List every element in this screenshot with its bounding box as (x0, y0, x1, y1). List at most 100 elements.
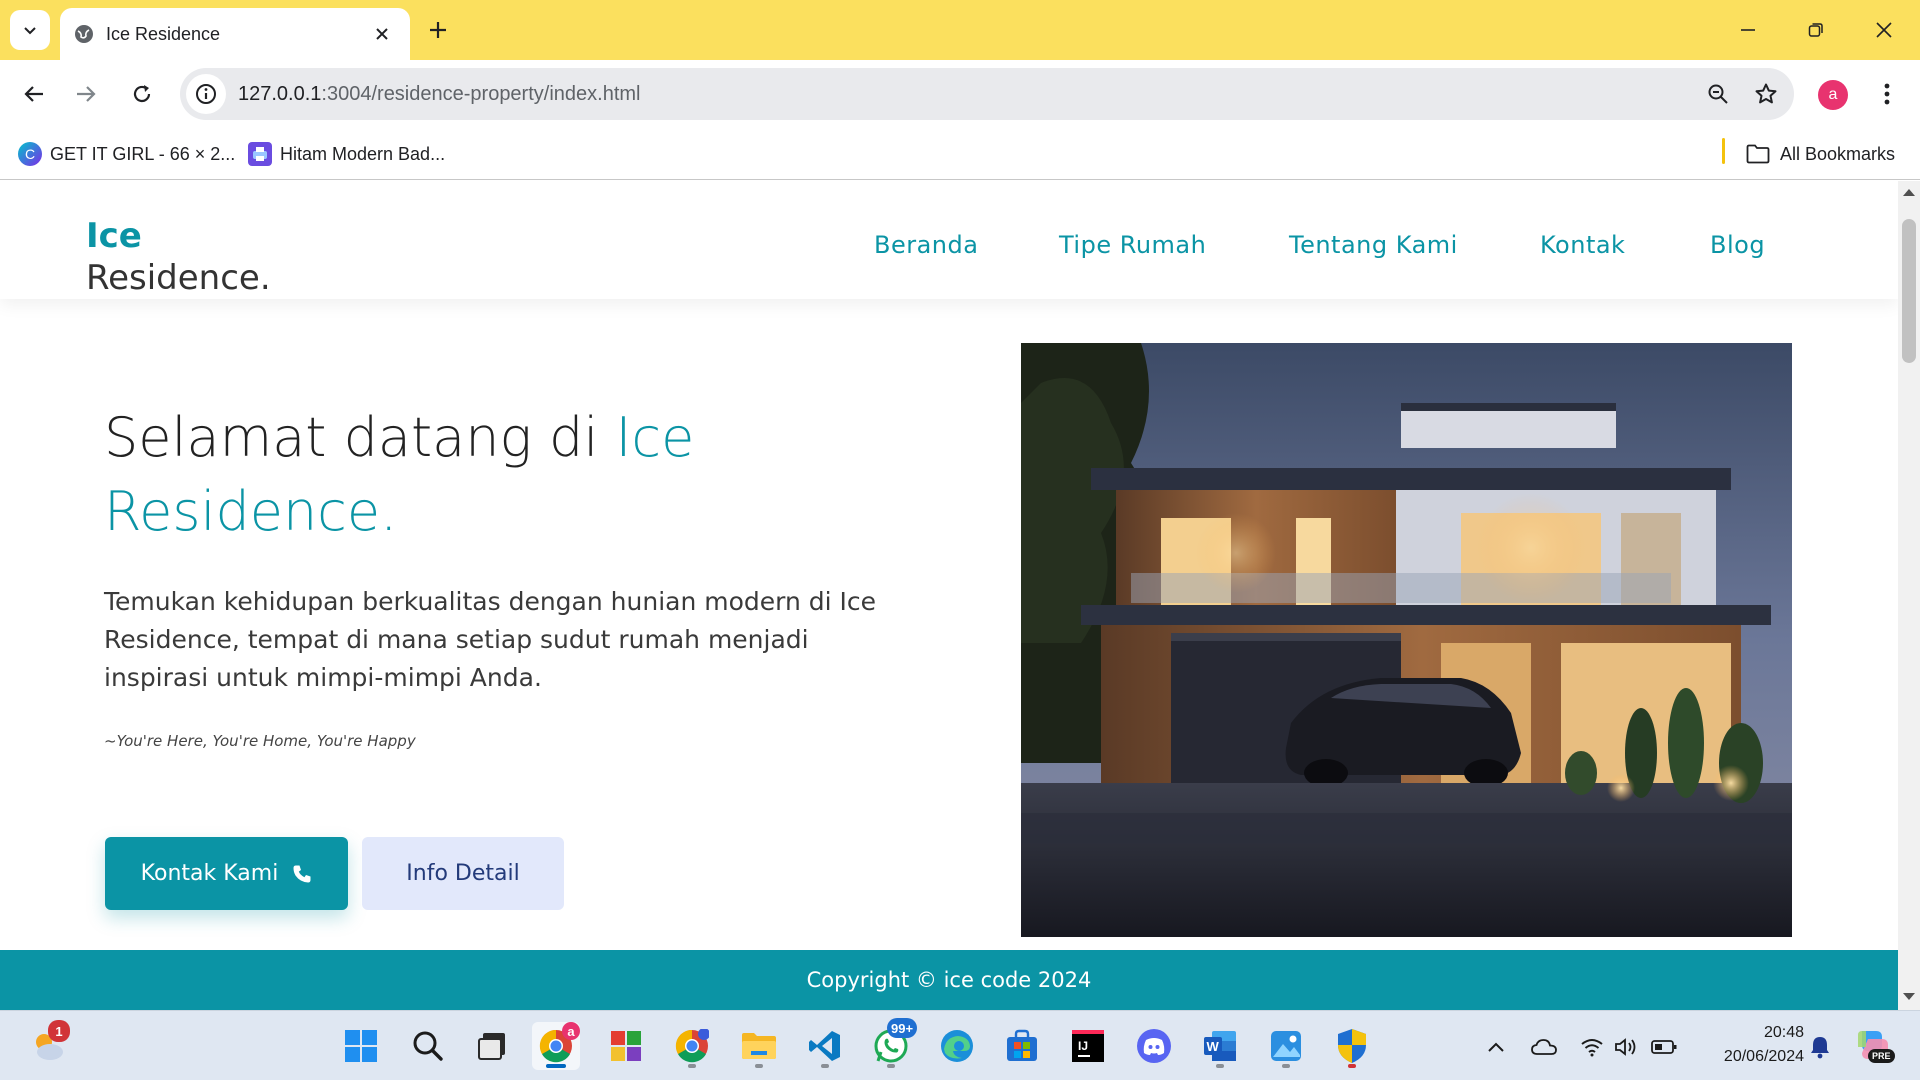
vscode-icon (809, 1031, 840, 1061)
svg-text:W: W (1207, 1039, 1220, 1054)
taskbar-chrome-profile-2[interactable] (668, 1022, 716, 1070)
back-button[interactable] (14, 74, 54, 114)
copilot-pre-badge: PRE (1868, 1049, 1895, 1063)
forward-button[interactable] (66, 74, 106, 114)
url-host: 127.0.0.1 (238, 82, 322, 105)
task-view-button[interactable] (468, 1022, 516, 1070)
site-logo[interactable]: Ice Residence. (86, 215, 271, 299)
minimize-icon (1741, 29, 1755, 31)
hero-tagline: ~You're Here, You're Home, You're Happy (104, 732, 416, 750)
taskbar-security[interactable] (1328, 1022, 1376, 1070)
onedrive-tray[interactable] (1530, 1033, 1558, 1061)
info-detail-button[interactable]: Info Detail (362, 837, 564, 910)
restore-button[interactable] (1794, 14, 1838, 46)
nav-link-tentang-kami[interactable]: Tentang Kami (1289, 231, 1458, 259)
running-indicator (755, 1064, 763, 1068)
discord-icon (1137, 1029, 1171, 1063)
arrow-left-icon (24, 86, 43, 102)
restore-icon (1808, 23, 1823, 37)
page-scrollbar[interactable] (1898, 181, 1920, 1010)
bell-icon (1811, 1037, 1829, 1059)
copilot-button[interactable]: PRE (1852, 1025, 1895, 1065)
task-view-icon (478, 1033, 505, 1060)
taskbar-file-explorer[interactable] (735, 1022, 783, 1070)
plus-icon (430, 22, 446, 38)
chevron-down-icon (24, 27, 36, 35)
wifi-tray[interactable] (1578, 1033, 1606, 1061)
new-tab-button[interactable] (424, 16, 452, 44)
tab-close-button[interactable] (370, 22, 394, 46)
nav-link-blog[interactable]: Blog (1710, 231, 1765, 259)
photos-icon (1271, 1031, 1301, 1061)
running-indicator (1348, 1064, 1356, 1068)
taskbar-store[interactable] (998, 1022, 1046, 1070)
active-indicator (546, 1064, 566, 1068)
folder-icon (1746, 144, 1770, 164)
zoom-button[interactable] (1698, 74, 1738, 114)
chrome-profile-badge: a (562, 1022, 580, 1040)
weather-widget[interactable]: 1 (24, 1020, 72, 1070)
nav-link-beranda[interactable]: Beranda (874, 231, 978, 259)
bookmark-item[interactable]: Hitam Modern Bad... (248, 138, 445, 170)
arrow-right-icon (77, 86, 96, 102)
speaker-icon (1615, 1038, 1636, 1056)
system-clock[interactable]: 20:48 20/06/2024 (1694, 1021, 1804, 1069)
taskbar-intellij[interactable]: IJ (1064, 1022, 1112, 1070)
svg-text:IJ: IJ (1078, 1039, 1088, 1053)
notifications-button[interactable] (1806, 1033, 1834, 1061)
all-bookmarks-button[interactable]: All Bookmarks (1746, 138, 1895, 170)
tab-title: Ice Residence (106, 23, 221, 44)
nav-link-kontak[interactable]: Kontak (1540, 231, 1625, 259)
bookmark-item[interactable]: C GET IT GIRL - 66 × 2... (18, 138, 235, 170)
start-button[interactable] (337, 1022, 385, 1070)
site-info-button[interactable] (186, 74, 226, 114)
app-icon (611, 1031, 641, 1061)
contact-us-button[interactable]: Kontak Kami (105, 837, 348, 910)
hero-description: Temukan kehidupan berkualitas dengan hun… (104, 587, 877, 692)
taskbar-discord[interactable] (1130, 1022, 1178, 1070)
canva-icon: C (18, 142, 42, 166)
taskbar-search-button[interactable] (404, 1022, 452, 1070)
taskbar-whatsapp[interactable]: 99+ (867, 1018, 918, 1070)
running-indicator (1282, 1064, 1290, 1068)
taskbar-vscode[interactable] (801, 1022, 849, 1070)
volume-tray[interactable] (1612, 1033, 1640, 1061)
browser-menu-button[interactable] (1872, 76, 1902, 112)
bookmark-label: GET IT GIRL - 66 × 2... (50, 143, 236, 164)
scroll-thumb[interactable] (1902, 219, 1916, 363)
minimize-button[interactable] (1726, 14, 1770, 46)
running-indicator (1216, 1064, 1224, 1068)
reload-icon (133, 85, 151, 103)
taskbar-chrome[interactable]: a (532, 1022, 580, 1070)
running-indicator (821, 1064, 829, 1068)
taskbar-photos[interactable] (1262, 1022, 1310, 1070)
taskbar-word[interactable]: W (1196, 1022, 1244, 1070)
wifi-icon (1581, 1039, 1603, 1057)
globe-icon (75, 25, 93, 43)
cloud-icon (1531, 1039, 1557, 1055)
taskbar-edge[interactable] (933, 1022, 981, 1070)
address-bar[interactable]: 127.0.0.1:3004/residence-property/index.… (180, 68, 1794, 120)
tab-search-button[interactable] (10, 10, 50, 50)
url-text[interactable]: 127.0.0.1:3004/residence-property/index.… (238, 83, 1698, 106)
scroll-up-arrow[interactable] (1903, 189, 1915, 196)
battery-tray[interactable] (1650, 1033, 1678, 1061)
bookmark-star-button[interactable] (1746, 74, 1786, 114)
close-icon (1876, 22, 1892, 38)
show-hidden-icons-button[interactable] (1482, 1033, 1510, 1061)
reload-button[interactable] (122, 74, 162, 114)
contact-us-label: Kontak Kami (140, 861, 279, 886)
profile-avatar[interactable]: a (1818, 80, 1848, 110)
page-viewport: Ice Residence. Beranda Tipe Rumah Tentan… (0, 181, 1898, 1010)
scroll-down-arrow[interactable] (1903, 993, 1915, 1000)
close-window-button[interactable] (1862, 14, 1906, 46)
site-footer: Copyright © ice code 2024 (0, 950, 1898, 1010)
nav-link-tipe-rumah[interactable]: Tipe Rumah (1059, 231, 1206, 259)
browser-tab-active[interactable]: Ice Residence (60, 8, 410, 60)
site-header: Ice Residence. Beranda Tipe Rumah Tentan… (0, 181, 1898, 299)
info-detail-label: Info Detail (406, 861, 520, 886)
shield-icon (1338, 1029, 1366, 1063)
weather-badge: 1 (48, 1020, 70, 1042)
running-indicator (688, 1064, 696, 1068)
taskbar-app-colorful[interactable] (602, 1022, 650, 1070)
